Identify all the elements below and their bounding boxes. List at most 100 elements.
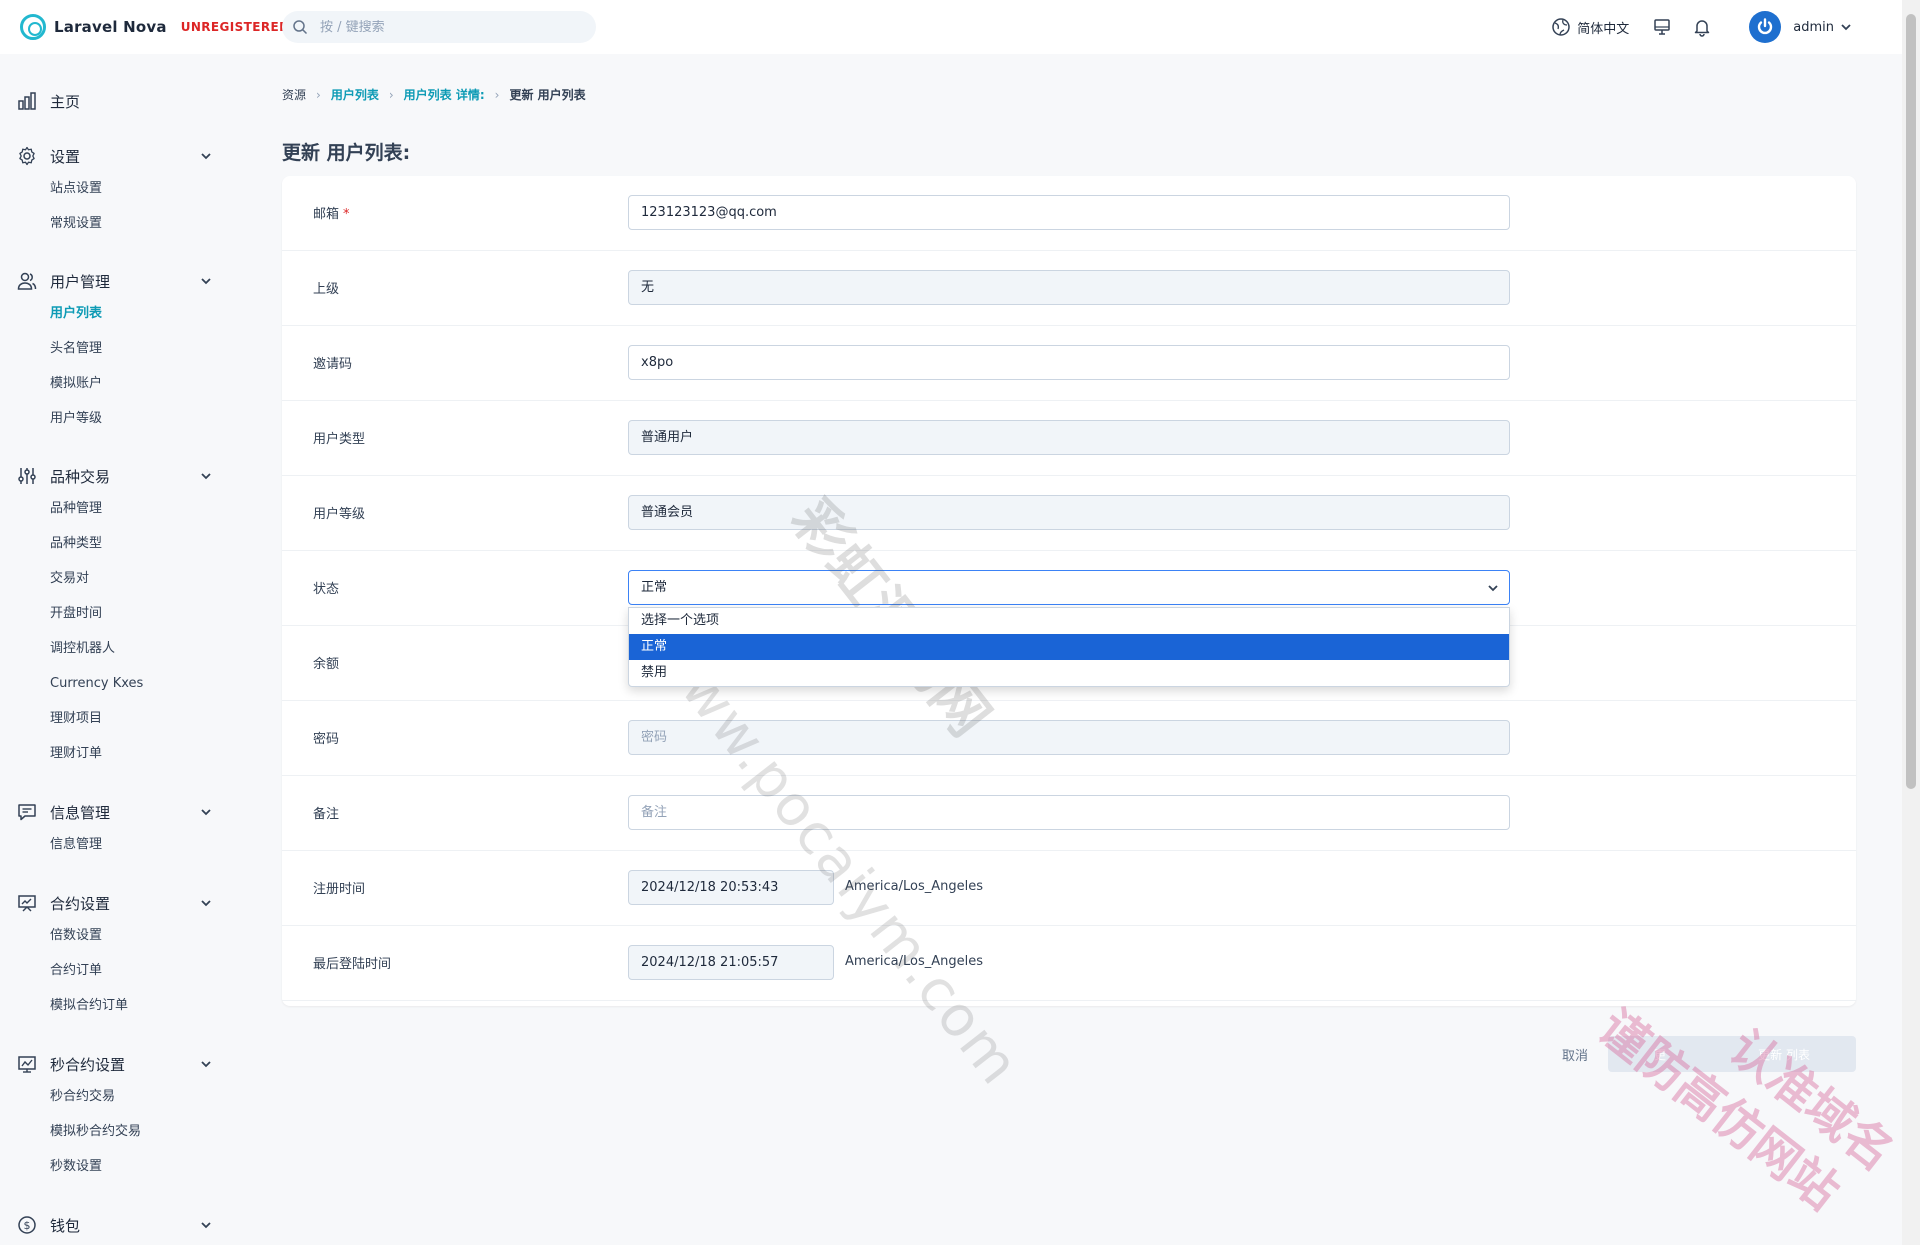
chevron-down-icon [1488,585,1498,592]
sidebar-item-finance-projects[interactable]: 理财项目 [0,701,240,736]
last-login-label: 最后登陆时间 [313,957,392,972]
user-menu-name[interactable]: admin [1793,20,1834,35]
update-button-label-a: 更 [1654,1047,1667,1062]
email-label: 邮箱 * [313,207,350,222]
sidebar-item-currency-kxes[interactable]: Currency Kxes [0,666,240,701]
email-field[interactable] [628,195,1510,230]
breadcrumb-user-detail[interactable]: 用户列表 详情: [404,86,485,103]
form-row-registered-at: 注册时间 2024/12/18 20:53:43 America/Los_Ang… [282,851,1856,926]
sidebar-item-opening-hours[interactable]: 开盘时间 [0,596,240,631]
breadcrumb-user-list[interactable]: 用户列表 [331,86,379,103]
sidebar-item-products[interactable]: 品种管理 [0,491,240,526]
registered-at-timezone: America/Los_Angeles [845,879,984,894]
presentation-chart-icon [16,892,38,914]
language-switcher[interactable]: 简体中文 [1551,17,1629,37]
remark-field[interactable] [628,795,1510,830]
form-row-user-type: 用户类型 普通用户 [282,401,1856,476]
sidebar-group-contracts: 合约设置 倍数设置 合约订单 模拟合约订单 [0,888,240,1023]
status-select[interactable]: 正常 [628,570,1510,605]
sidebar-item-finance-orders[interactable]: 理财订单 [0,736,240,771]
sidebar-item-product-types[interactable]: 品种类型 [0,526,240,561]
sidebar-item-demo-accounts[interactable]: 模拟账户 [0,366,240,401]
invite-code-field[interactable] [628,345,1510,380]
form-actions: 取消 更 更新 列表 [1562,1036,1856,1072]
watermark-warning: 谨防高仿网站 [1588,999,1850,1221]
sidebar-group-settings-toggle[interactable]: 设置 [0,141,240,171]
sidebar-group-users: 用户管理 用户列表 头名管理 模拟账户 用户等级 [0,266,240,436]
sidebar-item-user-levels[interactable]: 用户等级 [0,401,240,436]
sidebar-item-second-settings[interactable]: 秒数设置 [0,1149,240,1184]
breadcrumb-resources[interactable]: 资源 [282,86,306,103]
sidebar-item-user-list[interactable]: 用户列表 [0,296,240,331]
app-logo[interactable]: Laravel Nova UNREGISTERED [20,14,289,40]
search-icon [293,20,308,35]
sidebar-item-message-management[interactable]: 信息管理 [0,827,240,862]
notifications-button[interactable] [1691,16,1713,38]
sidebar-item-leverage-settings[interactable]: 倍数设置 [0,918,240,953]
last-login-field[interactable]: 2024/12/18 21:05:57 [628,945,834,980]
sidebar-group-trading-toggle[interactable]: 品种交易 [0,461,240,491]
chevron-right-icon: › [388,87,394,102]
sidebar-group-label: 设置 [50,147,81,166]
sidebar-item-second-contract-trades[interactable]: 秒合约交易 [0,1079,240,1114]
global-search[interactable] [282,11,596,43]
password-field[interactable] [628,720,1510,755]
sidebar-item-title-management[interactable]: 头名管理 [0,331,240,366]
svg-text:$: $ [24,1219,31,1232]
users-icon [16,270,38,292]
nova-logo-icon [20,14,46,40]
avatar[interactable] [1749,11,1782,43]
sidebar-item-trading-pairs[interactable]: 交易对 [0,561,240,596]
cancel-button[interactable]: 取消 [1562,1045,1588,1064]
sidebar-group-second-contracts-toggle[interactable]: 秒合约设置 [0,1049,240,1079]
status-option[interactable]: 禁用 [629,660,1509,686]
top-bar: Laravel Nova UNREGISTERED 简体中文 admin [0,0,1902,54]
form-row-invite-code: 邀请码 [282,326,1856,401]
user-type-field: 普通用户 [628,420,1510,455]
user-level-field: 普通会员 [628,495,1510,530]
sidebar-group-messages-toggle[interactable]: 信息管理 [0,797,240,827]
chevron-down-icon [201,809,211,816]
chevron-down-icon [201,473,211,480]
status-option-selected[interactable]: 正常 [629,634,1509,660]
sidebar-group-wallet-toggle[interactable]: $ 钱包 [0,1210,240,1240]
sidebar-item-demo-contract-orders[interactable]: 模拟合约订单 [0,988,240,1023]
sidebar-group-label: 钱包 [50,1216,81,1235]
chevron-down-icon [201,153,211,160]
bell-icon [1695,20,1710,37]
sidebar-item-control-robot[interactable]: 调控机器人 [0,631,240,666]
language-label: 简体中文 [1577,21,1630,37]
trend-chart-icon [16,1053,38,1075]
update-button[interactable]: 更 更新 列表 [1608,1036,1856,1072]
sliders-icon [16,465,38,487]
sidebar-item-contract-orders[interactable]: 合约订单 [0,953,240,988]
last-login-timezone: America/Los_Angeles [845,954,984,969]
sidebar-item-demo-second-contract-trades[interactable]: 模拟秒合约交易 [0,1114,240,1149]
balance-label: 余额 [313,657,340,672]
edit-form-card: 邮箱* 上级 无 邀请码 用户类型 普通用户 用户等级 普通会员 状态 正常 余… [282,176,1856,1006]
scrollbar-thumb[interactable] [1906,14,1916,789]
page-scrollbar[interactable] [1902,0,1920,1245]
sidebar-item-site-settings[interactable]: 站点设置 [0,171,240,206]
sidebar-group-trading: 品种交易 品种管理 品种类型 交易对 开盘时间 调控机器人 Currency K… [0,461,240,771]
password-label: 密码 [313,732,340,747]
sidebar-item-home[interactable]: 主页 [0,86,240,116]
form-row-password: 密码 [282,701,1856,776]
sidebar-group-contracts-toggle[interactable]: 合约设置 [0,888,240,918]
status-option[interactable]: 选择一个选项 [629,608,1509,634]
globe-icon [1552,18,1570,36]
chevron-down-icon[interactable] [1840,21,1852,33]
chevron-down-icon [201,278,211,285]
sidebar-group-users-toggle[interactable]: 用户管理 [0,266,240,296]
registered-at-field[interactable]: 2024/12/18 20:53:43 [628,870,834,905]
power-icon [1758,18,1773,35]
sidebar-group-label: 品种交易 [50,467,111,486]
form-row-remark: 备注 [282,776,1856,851]
form-row-user-level: 用户等级 普通会员 [282,476,1856,551]
app-name: Laravel Nova [54,18,167,36]
sidebar-group-settings: 设置 站点设置 常规设置 [0,141,240,241]
search-input[interactable] [320,19,560,35]
monitor-button[interactable] [1651,16,1673,38]
dollar-icon: $ [16,1214,38,1236]
sidebar-item-general-settings[interactable]: 常规设置 [0,206,240,241]
